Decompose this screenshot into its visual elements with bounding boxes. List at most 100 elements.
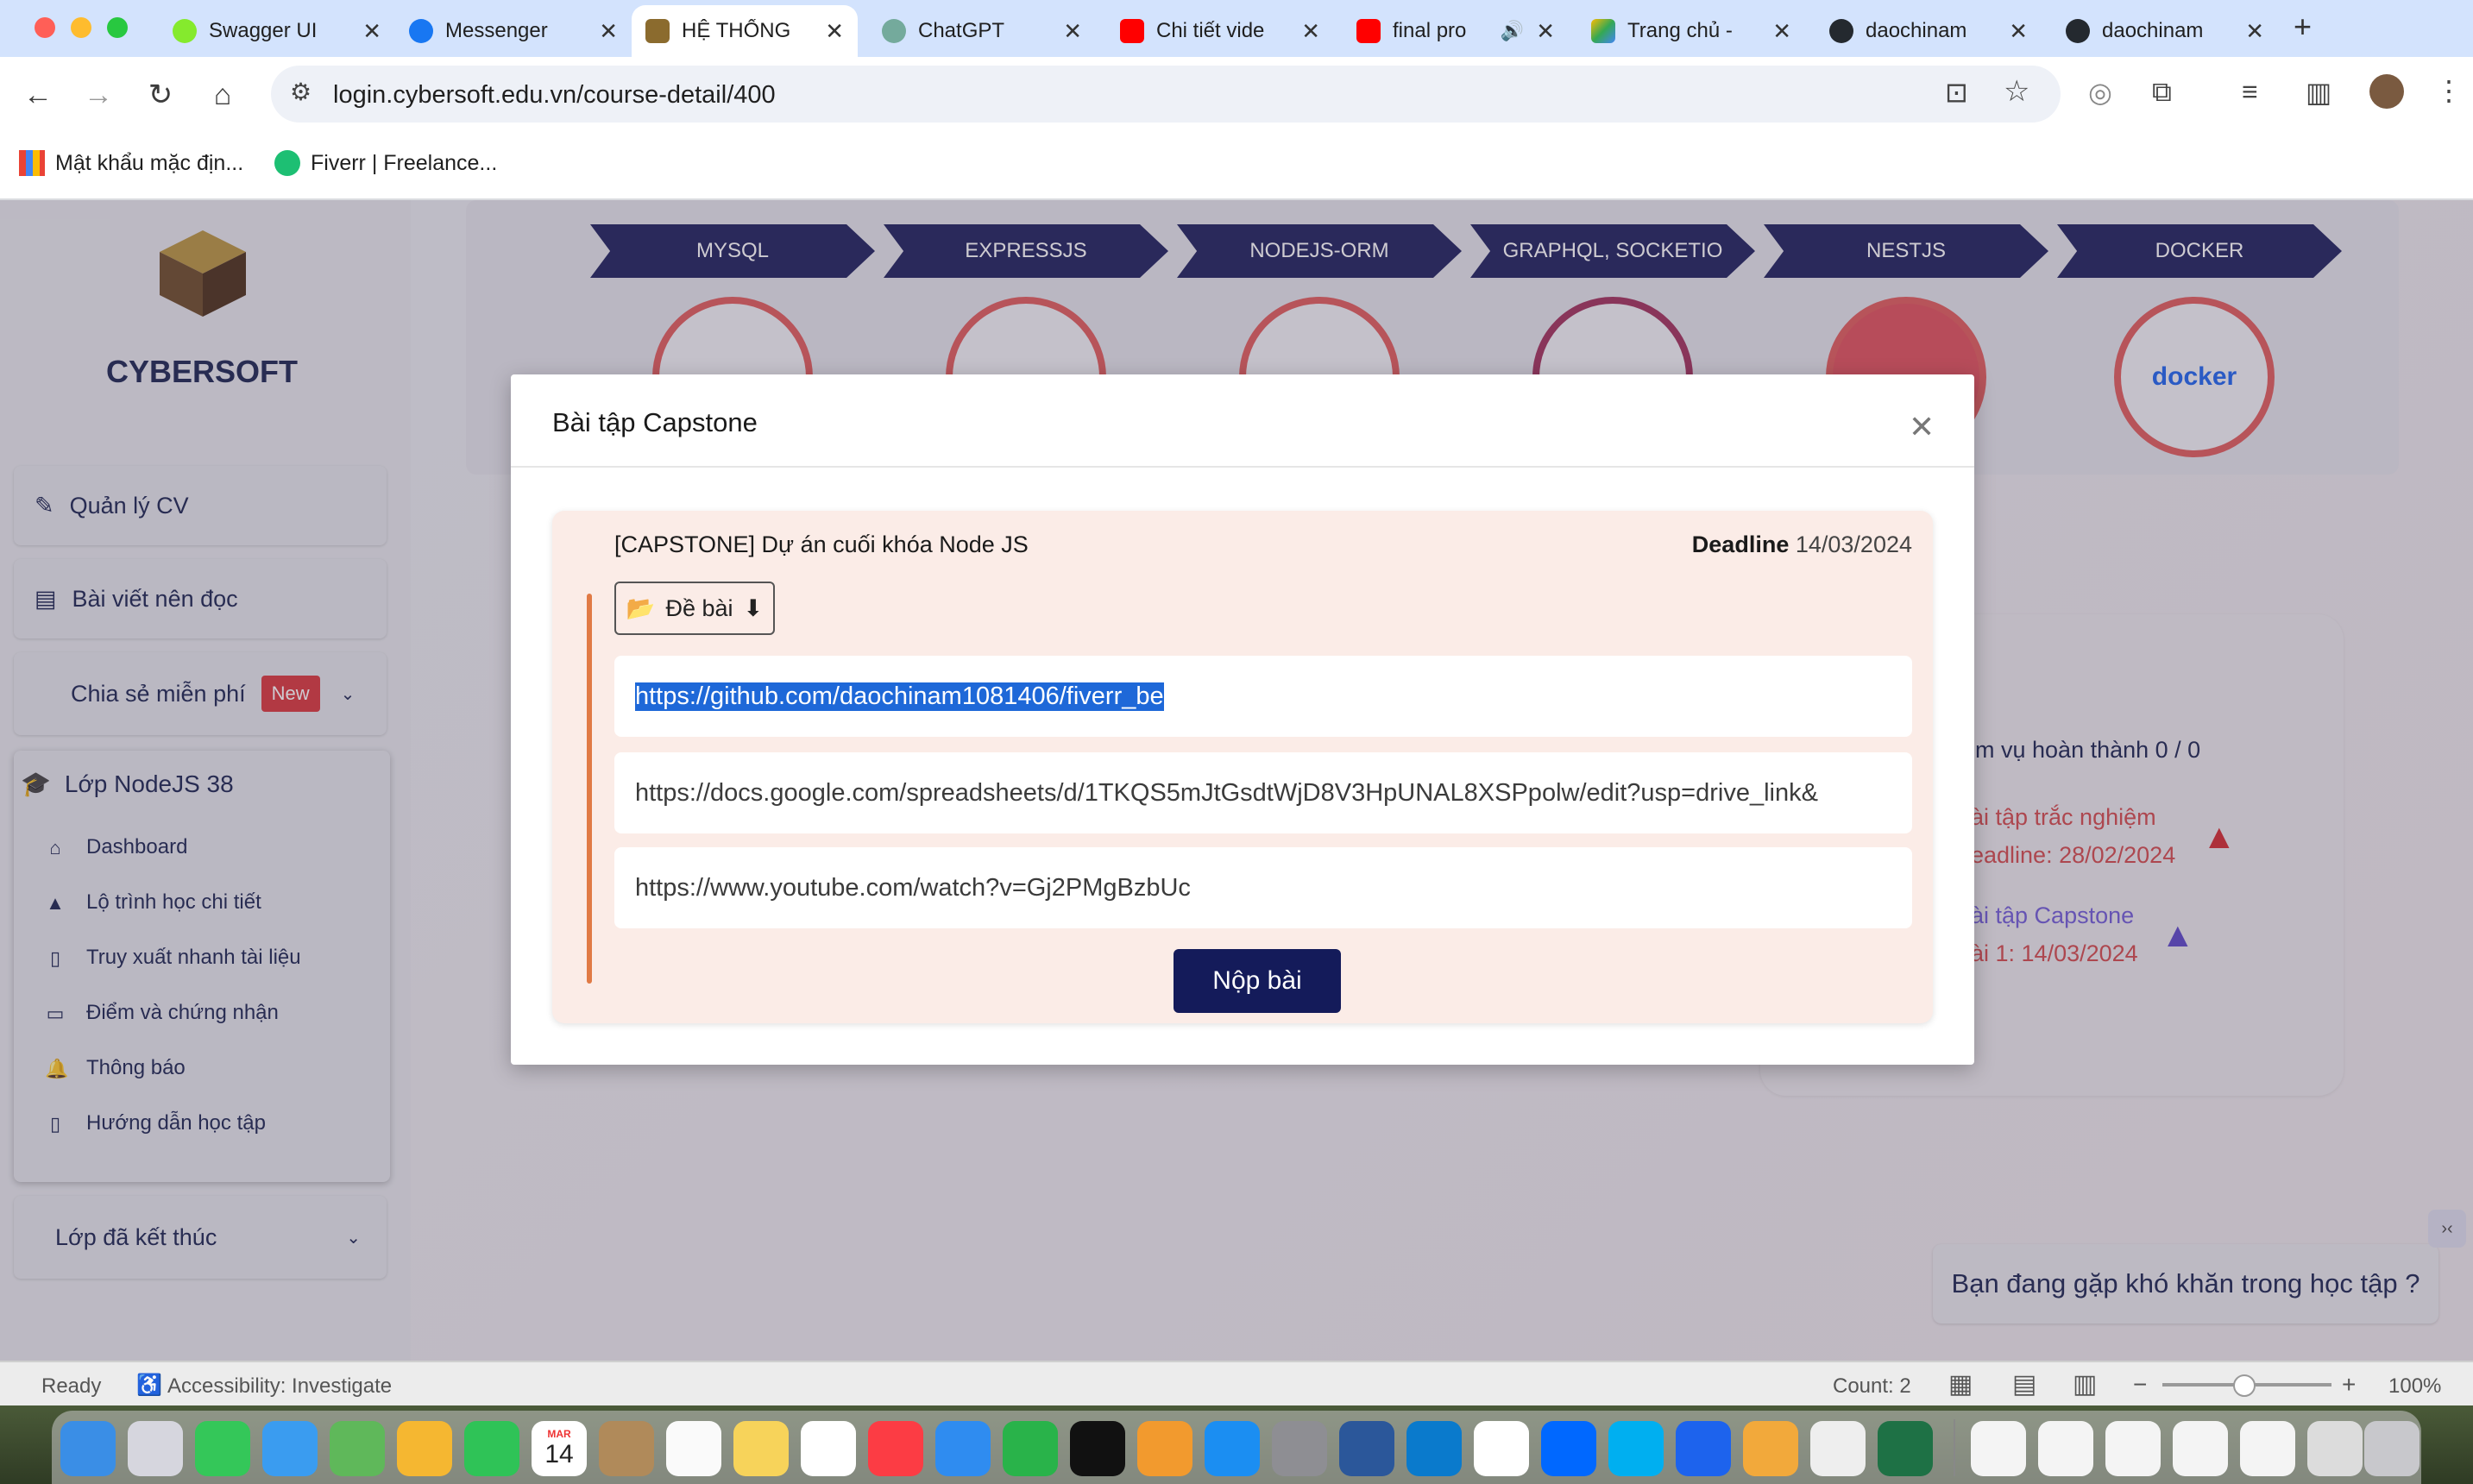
music-icon[interactable] xyxy=(868,1421,923,1476)
back-arrow-icon[interactable]: ← xyxy=(19,76,57,114)
zoom-in-icon[interactable]: + xyxy=(2342,1371,2356,1399)
forward-arrow-icon[interactable]: → xyxy=(79,76,117,114)
word-icon[interactable] xyxy=(1339,1421,1394,1476)
tab-he-thong-active[interactable]: HỆ THỐNG ✕ xyxy=(632,5,858,57)
accessibility-icon[interactable]: ♿ xyxy=(136,1373,162,1398)
maps-icon[interactable] xyxy=(330,1421,385,1476)
submit-button[interactable]: Nộp bài xyxy=(1174,949,1341,1013)
close-icon[interactable]: ✕ xyxy=(599,18,618,45)
page-layout-icon[interactable]: ▤ xyxy=(2012,1369,2036,1399)
task-name: [CAPSTONE] Dự án cuối khóa Node JS xyxy=(614,531,1029,557)
tableplus-icon[interactable] xyxy=(1743,1421,1798,1476)
numbers-icon[interactable] xyxy=(1003,1421,1058,1476)
zoom-out-icon[interactable]: − xyxy=(2133,1371,2147,1399)
docs-link-input[interactable]: https://docs.google.com/spreadsheets/d/1… xyxy=(614,752,1912,833)
new-tab-button[interactable]: + xyxy=(2294,9,2312,45)
bookmark-star-icon[interactable]: ☆ xyxy=(2004,74,2029,109)
tv-icon[interactable] xyxy=(1070,1421,1125,1476)
reminders-icon[interactable] xyxy=(666,1421,721,1476)
page-break-icon[interactable]: ▥ xyxy=(2073,1369,2097,1399)
close-icon[interactable]: ✕ xyxy=(1063,18,1082,45)
app-store-icon[interactable] xyxy=(1205,1421,1260,1476)
tab-messenger[interactable]: Messenger ✕ xyxy=(395,5,632,57)
recent-window-thumbnail[interactable] xyxy=(1971,1421,2026,1476)
close-icon[interactable]: ✕ xyxy=(1772,18,1791,45)
google-drive-icon xyxy=(1591,19,1615,43)
close-icon[interactable]: ✕ xyxy=(1536,18,1555,45)
page-content: CYBERSOFT ✎ Quản lý CV ▤ Bài viết nên đọ… xyxy=(0,200,2473,1361)
tab-github-2[interactable]: daochinam ✕ xyxy=(2052,5,2278,57)
system-settings-icon[interactable] xyxy=(1272,1421,1327,1476)
launchpad-icon[interactable] xyxy=(128,1421,183,1476)
close-icon[interactable]: ✕ xyxy=(825,18,844,45)
recent-window-thumbnail[interactable] xyxy=(2240,1421,2295,1476)
tab-swagger[interactable]: Swagger UI ✕ xyxy=(159,5,395,57)
finder-icon[interactable] xyxy=(60,1421,116,1476)
youtube-link-input[interactable]: https://www.youtube.com/watch?v=Gj2PMgBz… xyxy=(614,847,1912,928)
close-window-button[interactable] xyxy=(35,17,55,38)
media-controls-icon[interactable]: ≡ xyxy=(2242,76,2258,108)
notes-icon[interactable] xyxy=(733,1421,789,1476)
recent-window-thumbnail[interactable] xyxy=(2038,1421,2093,1476)
facetime-icon[interactable] xyxy=(464,1421,519,1476)
profile-avatar[interactable] xyxy=(2369,74,2404,109)
extension-icon[interactable]: ◎ xyxy=(2088,76,2112,109)
recent-window-thumbnail[interactable] xyxy=(2307,1421,2363,1476)
normal-view-icon[interactable]: ▦ xyxy=(1948,1369,1973,1399)
zalo-icon[interactable] xyxy=(1541,1421,1596,1476)
excel-icon[interactable] xyxy=(1878,1421,1933,1476)
tab-video-detail[interactable]: Chi tiết vide ✕ xyxy=(1106,5,1334,57)
zoom-slider-handle[interactable] xyxy=(2233,1374,2256,1397)
close-icon[interactable]: ✕ xyxy=(2245,18,2264,45)
recent-window-thumbnail[interactable] xyxy=(2105,1421,2161,1476)
youtube-icon xyxy=(1356,19,1381,43)
skype-icon[interactable] xyxy=(1608,1421,1664,1476)
keynote-icon[interactable] xyxy=(935,1421,991,1476)
mail-icon[interactable] xyxy=(262,1421,318,1476)
side-panel-icon[interactable]: ▥ xyxy=(2306,76,2331,109)
pages-icon[interactable] xyxy=(1137,1421,1192,1476)
modal-header: Bài tập Capstone ✕ xyxy=(511,374,1974,468)
bookmark-password[interactable]: Mật khẩu mặc địn... xyxy=(19,150,243,176)
contacts-icon[interactable] xyxy=(599,1421,654,1476)
minimize-window-button[interactable] xyxy=(71,17,91,38)
task-card: [CAPSTONE] Dự án cuối khóa Node JS Deadl… xyxy=(552,511,1933,1023)
recent-window-thumbnail[interactable] xyxy=(2173,1421,2228,1476)
menu-kebab-icon[interactable]: ⋮ xyxy=(2435,74,2463,107)
vscode-icon[interactable] xyxy=(1406,1421,1462,1476)
tab-final-pro[interactable]: final pro 🔊 ✕ xyxy=(1343,5,1569,57)
speaker-icon[interactable]: 🔊 xyxy=(1501,20,1524,42)
toolbar: ← → ↻ ⌂ ⚙ login.cybersoft.edu.vn/course-… xyxy=(0,57,2473,131)
photos-icon[interactable] xyxy=(397,1421,452,1476)
home-icon[interactable]: ⌂ xyxy=(204,76,242,114)
close-icon[interactable]: ✕ xyxy=(1909,409,1935,445)
calendar-icon[interactable]: MAR 14 xyxy=(532,1421,587,1476)
close-icon[interactable]: ✕ xyxy=(362,18,381,45)
chrome-icon[interactable] xyxy=(1474,1421,1529,1476)
url-text[interactable]: login.cybersoft.edu.vn/course-detail/400 xyxy=(333,81,776,110)
tab-chatgpt[interactable]: ChatGPT ✕ xyxy=(868,5,1096,57)
github-link-input[interactable]: https://github.com/daochinam1081406/five… xyxy=(614,656,1912,737)
textedit-icon[interactable] xyxy=(1810,1421,1866,1476)
github-icon xyxy=(1829,19,1853,43)
accessibility-status[interactable]: Accessibility: Investigate xyxy=(167,1374,392,1399)
freeform-icon[interactable] xyxy=(801,1421,856,1476)
close-icon[interactable]: ✕ xyxy=(2009,18,2028,45)
assignment-download-button[interactable]: 📂 Đề bài ⬇ xyxy=(614,582,775,635)
zoom-window-button[interactable] xyxy=(107,17,128,38)
status-bar: Ready ♿ Accessibility: Investigate Count… xyxy=(0,1361,2473,1405)
address-bar[interactable]: ⚙ login.cybersoft.edu.vn/course-detail/4… xyxy=(271,66,2061,123)
site-settings-icon[interactable]: ⚙ xyxy=(290,78,311,106)
tab-github-1[interactable]: daochinam ✕ xyxy=(1815,5,2042,57)
modal-title: Bài tập Capstone xyxy=(552,407,758,437)
bookmark-fiverr[interactable]: Fiverr | Freelance... xyxy=(274,150,497,176)
messages-icon[interactable] xyxy=(195,1421,250,1476)
puzzle-extensions-icon[interactable]: ⧉ xyxy=(2152,76,2172,109)
tab-trang-chu[interactable]: Trang chủ - ✕ xyxy=(1577,5,1805,57)
docker-icon[interactable] xyxy=(1676,1421,1731,1476)
reload-icon[interactable]: ↻ xyxy=(142,76,179,114)
close-icon[interactable]: ✕ xyxy=(1301,18,1320,45)
install-app-icon[interactable]: ⊡ xyxy=(1945,76,1968,109)
github-icon xyxy=(2066,19,2090,43)
trash-icon[interactable] xyxy=(2364,1421,2420,1476)
